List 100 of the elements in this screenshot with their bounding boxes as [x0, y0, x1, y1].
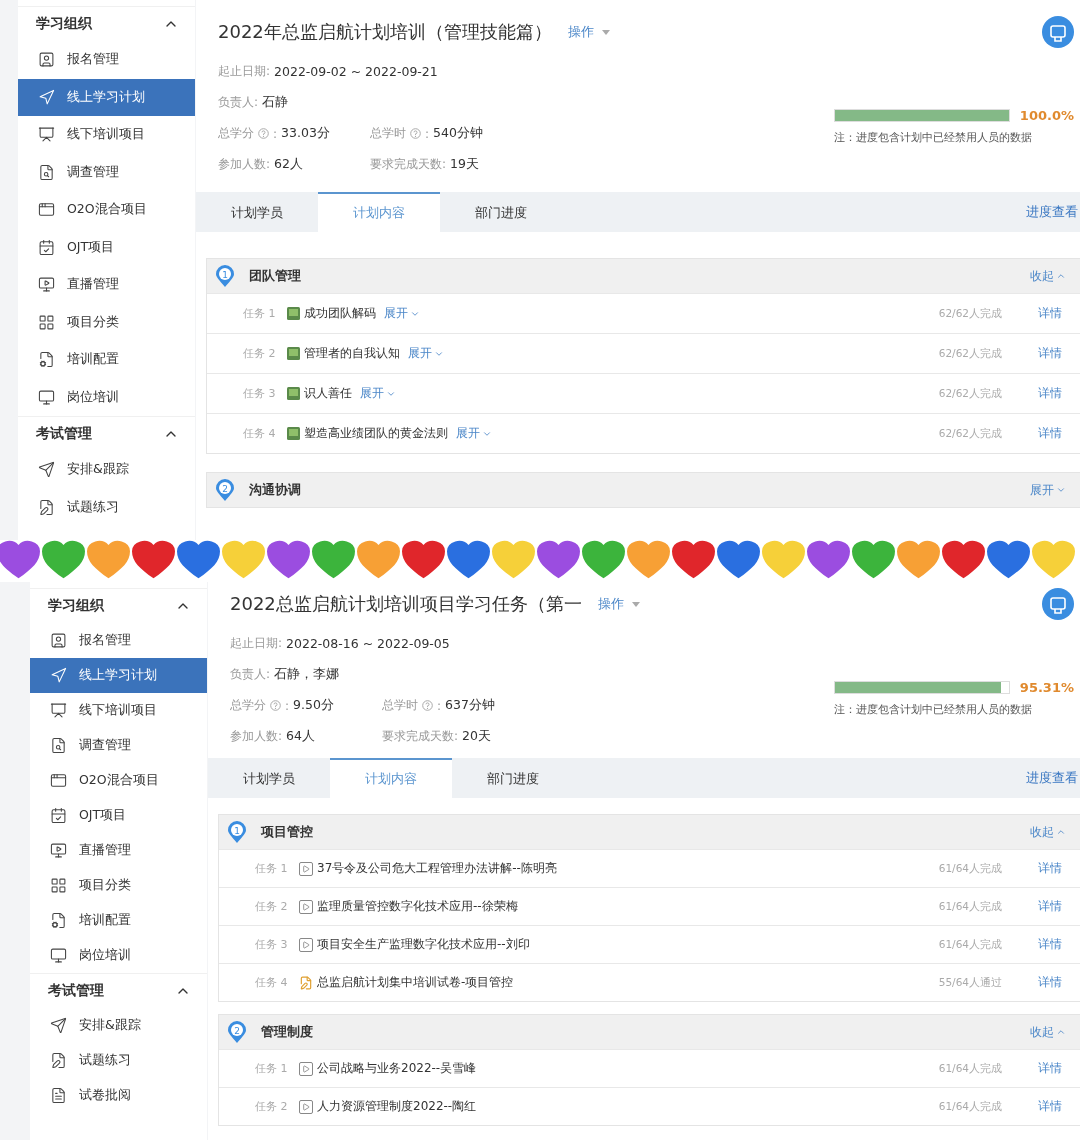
detail-link[interactable]: 详情	[1038, 936, 1062, 953]
sidebar-item[interactable]: 直播管理	[18, 266, 195, 304]
sidebar-item[interactable]: 线上学习计划	[18, 78, 195, 116]
field-colon: :	[273, 126, 278, 141]
action-menu[interactable]: 操作	[567, 23, 594, 41]
sidebar-item[interactable]: 线下培训项目	[30, 693, 207, 728]
task-status: 62/62人完成	[938, 386, 1002, 401]
task-status: 61/64人完成	[938, 1099, 1002, 1114]
task-index: 任务 2	[243, 346, 277, 361]
sidebar-item[interactable]: 项目分类	[30, 868, 207, 903]
field-label: 负责人:	[218, 94, 259, 111]
app-icon[interactable]	[1042, 16, 1074, 48]
task-status: 61/64人完成	[938, 937, 1002, 952]
sidebar-item[interactable]: 试题练习	[18, 488, 195, 526]
chevron-down-icon	[1056, 485, 1066, 495]
field-label: 参加人数:	[218, 156, 271, 173]
sidebar-item[interactable]: 线上学习计划	[30, 658, 207, 693]
toggle-link[interactable]: 展开	[1030, 481, 1072, 499]
sidebar-item[interactable]: 调查管理	[30, 728, 207, 763]
sidebar-item[interactable]: O2O混合项目	[30, 763, 207, 798]
field-value: 540分钟	[433, 125, 483, 142]
task-status: 61/64人完成	[938, 861, 1002, 876]
chevron-up-icon	[1056, 271, 1066, 281]
video-icon	[299, 861, 313, 876]
sidebar-item[interactable]: 项目分类	[18, 303, 195, 341]
number-pin-icon: 2	[227, 1021, 247, 1043]
progress-link[interactable]: 进度查看	[1026, 769, 1080, 787]
toggle-link[interactable]: 收起	[1030, 267, 1072, 285]
person-icon	[38, 51, 55, 69]
tab[interactable]: 部门进度	[452, 758, 574, 798]
page-title: 2022年总监启航计划培训（管理技能篇）	[218, 20, 552, 44]
progress-note: 注：进度包含计划中已经禁用人员的数据	[834, 131, 1033, 145]
task-index: 任务 1	[255, 861, 289, 876]
group-title: 学习组织	[48, 597, 104, 615]
section-title: 管理制度	[261, 1023, 313, 1041]
detail-link[interactable]: 详情	[1038, 345, 1062, 362]
edit-icon	[50, 1052, 67, 1069]
task-name: 塑造高业绩团队的黄金法则	[304, 425, 448, 442]
tab[interactable]: 计划学员	[196, 192, 318, 232]
task-name: 管理者的自我认知	[304, 345, 400, 362]
field-label: 总学分	[230, 697, 266, 714]
task-index: 任务 2	[255, 899, 289, 914]
expand-link[interactable]: 展开	[360, 385, 396, 402]
exam-icon	[299, 975, 313, 990]
expand-link[interactable]: 展开	[384, 305, 420, 322]
course-icon	[287, 307, 300, 320]
detail-link[interactable]: 详情	[1038, 305, 1062, 322]
tab[interactable]: 部门进度	[440, 192, 562, 232]
app-icon[interactable]	[1042, 588, 1074, 620]
sidebar-item[interactable]: 直播管理	[30, 833, 207, 868]
sidebar-item[interactable]: 报名管理	[18, 41, 195, 79]
expand-link[interactable]: 展开	[456, 425, 492, 442]
field-value: 62人	[274, 156, 303, 173]
section-title: 沟通协调	[249, 481, 301, 499]
detail-link[interactable]: 详情	[1038, 860, 1062, 877]
send-icon	[50, 1017, 67, 1034]
field-colon: :	[425, 126, 430, 141]
video-icon	[38, 276, 55, 294]
sidebar-item[interactable]: 试卷批阅	[30, 1078, 207, 1113]
detail-link[interactable]: 详情	[1038, 898, 1062, 915]
task-index: 任务 2	[255, 1099, 289, 1114]
sidebar-item[interactable]: 报名管理	[30, 623, 207, 658]
send-icon	[38, 88, 55, 106]
sidebar-item[interactable]: OJT项目	[18, 228, 195, 266]
action-menu[interactable]: 操作	[597, 595, 624, 613]
document-icon	[50, 1087, 67, 1104]
detail-link[interactable]: 详情	[1038, 1060, 1062, 1077]
sidebar-item[interactable]: 培训配置	[18, 341, 195, 379]
field-label: 起止日期:	[230, 635, 283, 652]
sidebar-item[interactable]: 安排&跟踪	[18, 451, 195, 489]
field-label: 总学分	[218, 125, 254, 142]
progress-link[interactable]: 进度查看	[1026, 203, 1080, 221]
detail-link[interactable]: 详情	[1038, 1098, 1062, 1115]
sidebar-item[interactable]: O2O混合项目	[18, 191, 195, 229]
sidebar-item[interactable]: 岗位培训	[30, 938, 207, 973]
field-colon: :	[437, 698, 442, 713]
video-icon	[299, 899, 313, 914]
field-label: 总学时	[370, 125, 406, 142]
detail-link[interactable]: 详情	[1038, 385, 1062, 402]
course-icon	[287, 427, 300, 440]
detail-link[interactable]: 详情	[1038, 425, 1062, 442]
field-value: 637分钟	[445, 697, 495, 714]
chevron-up-icon	[1056, 1027, 1066, 1037]
group-title: 考试管理	[48, 982, 104, 1000]
toggle-link[interactable]: 收起	[1030, 823, 1072, 841]
toggle-link[interactable]: 收起	[1030, 1023, 1072, 1041]
detail-link[interactable]: 详情	[1038, 974, 1062, 991]
sidebar-item[interactable]: 线下培训项目	[18, 116, 195, 154]
sidebar-item[interactable]: 调查管理	[18, 153, 195, 191]
sidebar-item[interactable]: 岗位培训	[18, 378, 195, 416]
sidebar-item[interactable]: 试题练习	[30, 1043, 207, 1078]
sidebar-item[interactable]: OJT项目	[30, 798, 207, 833]
video-icon	[299, 1099, 313, 1114]
tab[interactable]: 计划学员	[208, 758, 330, 798]
expand-link[interactable]: 展开	[408, 345, 444, 362]
sidebar-item[interactable]: 培训配置	[30, 903, 207, 938]
field-label: 起止日期:	[218, 63, 271, 80]
task-index: 任务 1	[243, 306, 277, 321]
sidebar-item[interactable]: 安排&跟踪	[30, 1008, 207, 1043]
progress-note: 注：进度包含计划中已经禁用人员的数据	[834, 703, 1033, 717]
